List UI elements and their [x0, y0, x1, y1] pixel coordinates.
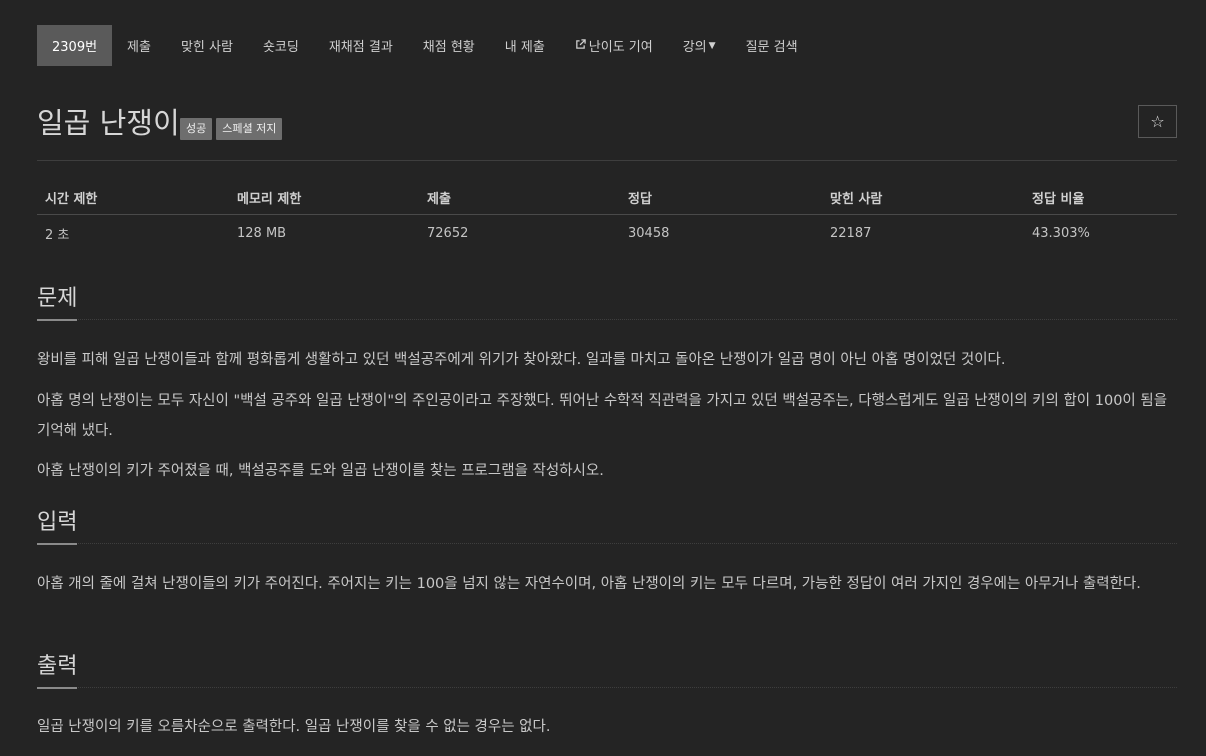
caret-down-icon: ▼: [708, 40, 716, 51]
section-divider: [37, 543, 1177, 544]
stats-header-memory-limit: 메모리 제한: [229, 180, 419, 215]
stats-submissions: 72652: [427, 225, 469, 241]
nav-label: 질문 검색: [745, 40, 798, 55]
nav-label: 맞힌 사람: [180, 40, 233, 55]
stats-header-ratio: 정답 비율: [1024, 180, 1177, 215]
nav-rejudge-results[interactable]: 재채점 결과: [314, 25, 408, 66]
nav-label: 강의: [682, 40, 707, 55]
stats-memory-limit: 128 MB: [237, 225, 287, 241]
nav-difficulty-contribution[interactable]: 난이도 기여: [560, 25, 668, 66]
stats-ratio: 43.303%: [1032, 225, 1090, 241]
problem-badges: 성공 스페셜 저지: [180, 118, 283, 140]
header-divider: [37, 160, 1177, 161]
nav-lectures-dropdown[interactable]: 강의 ▼: [668, 25, 731, 66]
problem-title: 일곱 난쟁이: [37, 106, 180, 140]
nav-question-search[interactable]: 질문 검색: [731, 25, 813, 66]
star-icon: ☆: [1150, 112, 1165, 131]
section-title: 출력: [37, 654, 78, 679]
nav-label: 채점 현황: [422, 40, 475, 55]
stats-header-time-limit: 시간 제한: [37, 180, 229, 215]
nav-solvers[interactable]: 맞힌 사람: [166, 25, 248, 66]
section-output-heading: 출력: [37, 652, 1177, 689]
nav-status[interactable]: 채점 현황: [408, 25, 490, 66]
description-paragraph: 왕비를 피해 일곱 난쟁이들과 함께 평화롭게 생활하고 있던 백설공주에게 위…: [37, 352, 1006, 368]
stats-solvers: 22187: [830, 225, 872, 241]
nav-label: 난이도 기여: [588, 40, 653, 55]
stats-header-submissions: 제출: [419, 180, 620, 215]
section-divider: [37, 319, 1177, 320]
description-paragraph: 아홉 난쟁이의 키가 주어졌을 때, 백설공주를 도와 일곱 난쟁이를 찾는 프…: [37, 463, 604, 479]
stats-header-row: 시간 제한 메모리 제한 제출 정답 맞힌 사람 정답 비율: [37, 180, 1177, 215]
nav-label: 내 제출: [504, 40, 545, 55]
external-link-icon: [575, 38, 586, 53]
nav-problem-number[interactable]: 2309번: [37, 25, 113, 66]
stats-time-limit: 2 초: [45, 227, 70, 243]
section-underline: [37, 319, 77, 321]
stats-header-accepted: 정답: [620, 180, 822, 215]
output-paragraph: 일곱 난쟁이의 키를 오름차순으로 출력한다. 일곱 난쟁이를 찾을 수 없는 …: [37, 719, 551, 735]
nav-label: 재채점 결과: [328, 40, 393, 55]
nav-label: 2309번: [52, 40, 98, 55]
problem-stats-table: 시간 제한 메모리 제한 제출 정답 맞힌 사람 정답 비율 2 초 128 M…: [37, 180, 1177, 251]
problem-nav: 2309번 제출 맞힌 사람 숏코딩 재채점 결과 채점 현황 내 제출 난이도…: [37, 25, 813, 66]
favorite-button[interactable]: ☆: [1138, 105, 1177, 138]
stats-accepted: 30458: [628, 225, 670, 241]
stats-header-solvers: 맞힌 사람: [822, 180, 1024, 215]
problem-header: 일곱 난쟁이 성공 스페셜 저지 ☆: [37, 104, 1177, 144]
badge-special-judge: 스페셜 저지: [216, 118, 283, 140]
input-paragraph: 아홉 개의 줄에 걸쳐 난쟁이들의 키가 주어진다. 주어지는 키는 100을 …: [37, 576, 1141, 592]
nav-label: 숏코딩: [262, 40, 299, 55]
section-input-heading: 입력: [37, 508, 1177, 545]
section-divider: [37, 687, 1177, 688]
section-underline: [37, 543, 77, 545]
nav-my-submissions[interactable]: 내 제출: [490, 25, 560, 66]
stats-value-row: 2 초 128 MB 72652 30458 22187 43.303%: [37, 215, 1177, 252]
section-title: 문제: [37, 286, 78, 311]
section-description-heading: 문제: [37, 284, 1177, 321]
section-title: 입력: [37, 510, 78, 535]
section-underline: [37, 687, 77, 689]
nav-label: 제출: [127, 40, 151, 55]
badge-success: 성공: [180, 118, 213, 140]
nav-short-coding[interactable]: 숏코딩: [248, 25, 314, 66]
description-paragraph: 아홉 명의 난쟁이는 모두 자신이 "백설 공주와 일곱 난쟁이"의 주인공이라…: [37, 393, 1168, 439]
nav-submit[interactable]: 제출: [112, 25, 166, 66]
